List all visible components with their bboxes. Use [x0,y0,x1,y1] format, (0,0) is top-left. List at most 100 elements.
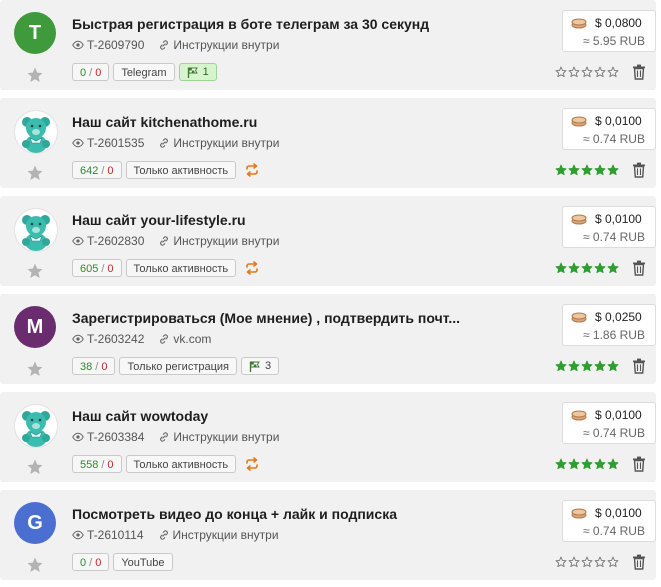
task-id: T-2603384 [72,430,144,444]
completion-count: 642/0 [72,161,122,179]
rating-stars [555,262,619,274]
rating-star-empty-icon [607,66,619,78]
task-link[interactable]: Инструкции внутри [158,38,279,52]
star-icon[interactable] [26,360,44,378]
price-rub: ≈ 1.86 RUB [583,328,645,342]
task-card-T-2603242[interactable]: M Зарегистрироваться (Мое мнение) , подт… [0,294,656,384]
task-link-text: Инструкции внутри [173,38,280,52]
avatar-letter: T [28,21,42,44]
bonus-flag-chip: 3 [241,357,280,375]
star-icon[interactable] [26,262,44,280]
task-list: T Быстрая регистрация в боте телеграм за… [0,0,661,587]
task-title[interactable]: Наш сайт your-lifestyle.ru [72,212,246,228]
eye-icon [72,530,84,540]
link-icon [159,530,168,540]
task-card-T-2601535[interactable]: Наш сайт kitchenathome.ru T-2601535 Инст… [0,98,656,188]
star-icon[interactable] [26,164,44,182]
task-title[interactable]: Быстрая регистрация в боте телеграм за 3… [72,16,429,32]
task-meta: T-2603242 vk.com [72,332,211,346]
count-ok: 0 [80,557,87,569]
completion-count: 38/0 [72,357,116,375]
price-box: $ 0,0100 ≈ 0.74 RUB [562,108,656,150]
task-tag: Только регистрация [119,357,237,375]
completion-count: 0/0 [72,63,110,81]
completion-count: 605/0 [72,259,122,277]
task-link-text: Инструкции внутри [173,234,280,248]
price-usd: $ 0,0800 [595,16,642,30]
bear-logo-icon [22,117,50,153]
task-title[interactable]: Наш сайт wowtoday [72,408,208,424]
count-separator: / [101,263,105,275]
task-card-T-2609790[interactable]: T Быстрая регистрация в боте телеграм за… [0,0,656,90]
repeat-icon [246,163,258,177]
rating-star-filled-icon [555,164,567,176]
link-icon [160,334,169,344]
rating-stars [555,556,619,568]
price-box: $ 0,0250 ≈ 1.86 RUB [562,304,656,346]
count-separator: / [89,557,93,569]
task-card-T-2610114[interactable]: G Посмотреть видео до конца + лайк и под… [0,490,656,580]
task-card-T-2603384[interactable]: Наш сайт wowtoday T-2603384 Инструкции в… [0,392,656,482]
price-rub: ≈ 0.74 RUB [583,426,645,440]
star-icon[interactable] [26,458,44,476]
price-box: $ 0,0100 ≈ 0.74 RUB [562,206,656,248]
task-chips: 605/0 Только активность [72,259,260,277]
rating-star-filled-icon [594,262,606,274]
rating-stars [555,164,619,176]
task-chips: 0/0 Telegram 1 [72,63,217,81]
price-rub: ≈ 5.95 RUB [583,34,645,48]
price-usd: $ 0,0100 [595,212,642,226]
count-separator: / [89,67,93,79]
rating-star-filled-icon [594,458,606,470]
trash-icon[interactable] [632,64,646,80]
coins-icon [571,214,587,225]
rating-star-filled-icon [568,360,580,372]
task-title[interactable]: Посмотреть видео до конца + лайк и подпи… [72,506,397,522]
rating-star-filled-icon [568,458,580,470]
trash-icon[interactable] [632,162,646,178]
count-bad: 0 [107,459,114,471]
task-title[interactable]: Наш сайт kitchenathome.ru [72,114,257,130]
price-box: $ 0,0100 ≈ 0.74 RUB [562,500,656,542]
task-tag: Только активность [125,161,237,179]
rating-star-empty-icon [568,556,580,568]
task-tag: Только активность [125,455,237,473]
rating-star-filled-icon [607,458,619,470]
rating-star-empty-icon [568,66,580,78]
star-icon[interactable] [26,66,44,84]
task-tag: YouTube [113,553,173,571]
link-icon [160,432,169,442]
task-chips: 558/0 Только активность [72,455,260,473]
rating-star-empty-icon [555,556,567,568]
task-avatar [14,404,58,448]
trash-icon[interactable] [632,260,646,276]
trash-icon[interactable] [632,358,646,374]
flag-count: 3 [265,360,272,372]
task-link[interactable]: vk.com [158,332,211,346]
coins-icon [571,312,587,323]
rating-star-filled-icon [594,360,606,372]
task-id: T-2610114 [72,528,144,542]
flag-count: 1 [202,66,209,78]
task-title[interactable]: Зарегистрироваться (Мое мнение) , подтве… [72,310,460,326]
rating-star-filled-icon [581,360,593,372]
star-icon[interactable] [26,556,44,574]
task-link[interactable]: Инструкции внутри [158,528,279,542]
rating-star-empty-icon [581,66,593,78]
trash-icon[interactable] [632,554,646,570]
task-link[interactable]: Инструкции внутри [158,234,279,248]
price-usd: $ 0,0250 [595,310,642,324]
task-id-text: T-2601535 [87,136,145,150]
task-link[interactable]: Инструкции внутри [158,136,279,150]
task-meta: T-2601535 Инструкции внутри [72,136,279,150]
price-usd: $ 0,0100 [595,114,642,128]
task-link[interactable]: Инструкции внутри [158,430,279,444]
rating-star-empty-icon [581,556,593,568]
rating-star-filled-icon [555,262,567,274]
trash-icon[interactable] [632,456,646,472]
count-ok: 0 [80,67,87,79]
task-avatar: G [14,502,56,544]
flag-icon [249,361,260,372]
task-id: T-2603242 [72,332,144,346]
task-card-T-2602830[interactable]: Наш сайт your-lifestyle.ru T-2602830 Инс… [0,196,656,286]
